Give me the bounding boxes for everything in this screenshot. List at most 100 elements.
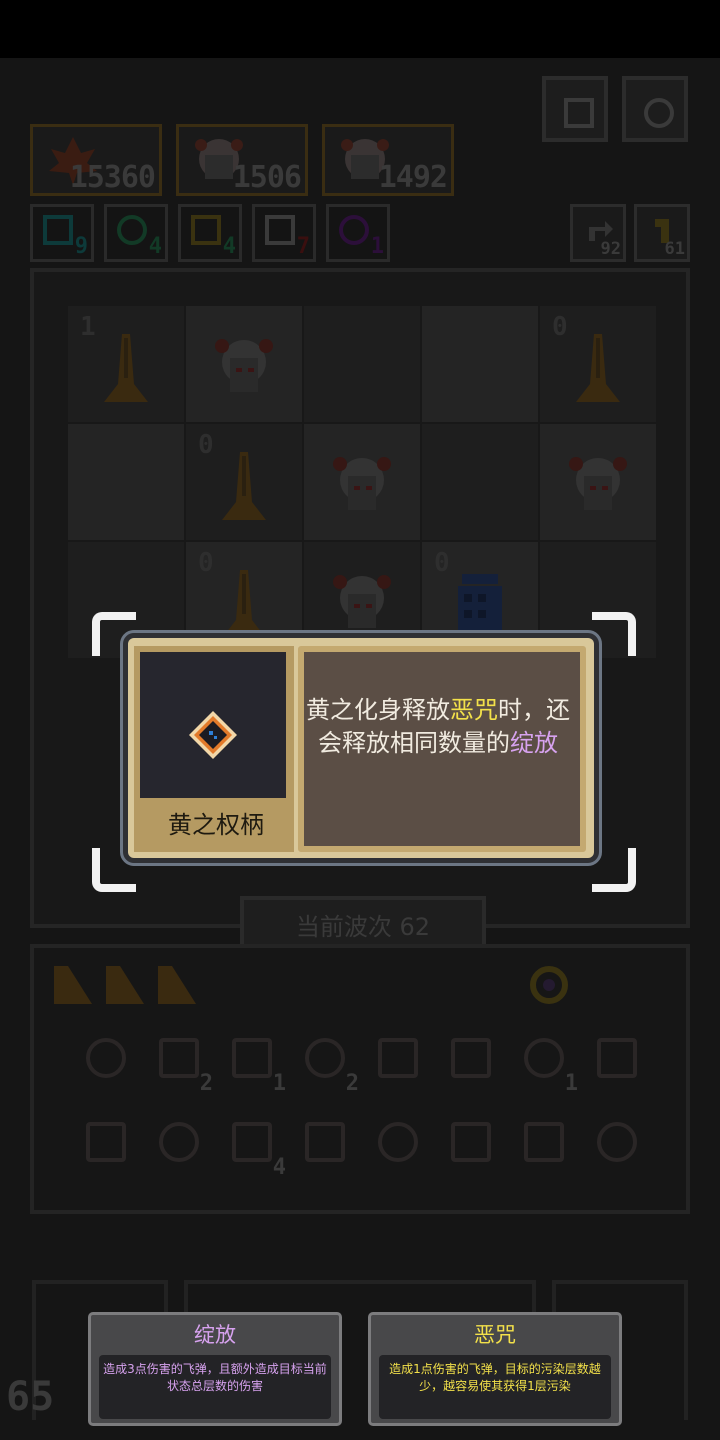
inventory-item[interactable]: [370, 1030, 426, 1086]
key-counter[interactable]: 61: [634, 204, 690, 262]
coin-icon[interactable]: [528, 964, 570, 1006]
resource-purple: 1: [326, 204, 390, 262]
refresh-counter[interactable]: 92: [570, 204, 626, 262]
resource-count: 9: [74, 234, 88, 259]
blocks-icon: [232, 1122, 272, 1162]
inventory-item[interactable]: 1: [224, 1030, 286, 1096]
key-count: 61: [664, 239, 685, 259]
flower-icon: [451, 1038, 491, 1078]
hero-slot-2[interactable]: 1506: [176, 124, 308, 196]
resource-count: 7: [296, 234, 310, 259]
inventory-item[interactable]: [589, 1114, 645, 1170]
red-eye-icon: [265, 215, 295, 245]
maple-leaf-icon: [524, 1122, 564, 1162]
yellow-spark-icon: [191, 215, 221, 245]
item-count: 1: [564, 1071, 578, 1096]
resource-cyan: 9: [30, 204, 94, 262]
green-rune-icon: [117, 215, 147, 245]
item-description: 黄之化身释放恶咒时，还会释放相同数量的绽放: [306, 694, 570, 760]
inventory-item[interactable]: 2: [151, 1030, 213, 1096]
cup-icon: [159, 1122, 199, 1162]
board-cell[interactable]: [422, 424, 538, 540]
hero-score: 15360: [69, 160, 156, 195]
hero-icon: [215, 339, 273, 392]
board-cell[interactable]: 0: [186, 424, 302, 540]
purple-ring-icon: [339, 215, 369, 245]
gear-icon: [644, 98, 674, 128]
hero-score: 1492: [378, 160, 448, 195]
wave-counter: 65: [6, 1374, 55, 1420]
card-title: 绽放: [194, 1323, 236, 1347]
hero-slot-1[interactable]: 15360: [30, 124, 162, 196]
board-cell[interactable]: [304, 306, 420, 422]
crescent-icon: [378, 1122, 418, 1162]
golden-tower-icon: [576, 334, 620, 402]
resource-count: 4: [222, 234, 236, 259]
inventory-item[interactable]: [78, 1114, 134, 1170]
diamond-gem-icon: [597, 1122, 637, 1162]
golden-tower-icon: [222, 452, 266, 520]
settings-button[interactable]: [622, 76, 688, 142]
item-count: 2: [199, 1071, 213, 1096]
inventory-item[interactable]: 4: [224, 1114, 286, 1180]
inventory-item[interactable]: [78, 1030, 134, 1086]
heart-gem-icon: [232, 1038, 272, 1078]
desc-text: 黄之化身释放: [306, 696, 450, 724]
bone-icon: [524, 1038, 564, 1078]
board-cell[interactable]: [540, 424, 656, 540]
card-body: 造成1点伤害的飞弹，目标的污染层数越少，越容易使其获得1层污染: [379, 1355, 611, 1419]
dna-icon: [597, 1038, 637, 1078]
keyword-card-bloom: 绽放 造成3点伤害的飞弹，且额外造成目标当前状态总层数的伤害: [88, 1312, 342, 1426]
cyan-rune-icon: [43, 215, 73, 245]
inventory-item[interactable]: [443, 1030, 499, 1086]
board-cell[interactable]: [304, 424, 420, 540]
rocket-icon: [86, 1122, 126, 1162]
inventory-item[interactable]: [443, 1114, 499, 1170]
hero-score: 1506: [232, 160, 302, 195]
green-orb-icon: [451, 1122, 491, 1162]
board-cell[interactable]: [422, 306, 538, 422]
hero-icon: [569, 457, 627, 510]
resource-red: 7: [252, 204, 316, 262]
card-body: 造成3点伤害的飞弹，且额外造成目标当前状态总层数的伤害: [99, 1355, 331, 1419]
golden-tower-icon: [104, 334, 148, 402]
item-name: 黄之权柄: [168, 811, 264, 839]
refresh-count: 92: [600, 239, 621, 259]
menu-button[interactable]: [542, 76, 608, 142]
item-count: 4: [272, 1155, 286, 1180]
hero-icon: [333, 457, 391, 510]
board-cell[interactable]: [186, 306, 302, 422]
inventory-item[interactable]: 1: [516, 1030, 578, 1096]
potion-icon: [305, 1122, 345, 1162]
inventory-item[interactable]: [370, 1114, 426, 1170]
diamond-sigil-icon: [189, 711, 237, 759]
resource-green: 4: [104, 204, 168, 262]
item-count: 2: [345, 1071, 359, 1096]
board-cell[interactable]: 1: [68, 306, 184, 422]
tab-triangle-icon[interactable]: [54, 966, 92, 1004]
desc-keyword-bloom[interactable]: 绽放: [510, 729, 558, 757]
inventory-item[interactable]: [516, 1114, 572, 1170]
resource-yellow: 4: [178, 204, 242, 262]
desc-keyword-curse[interactable]: 恶咒: [450, 696, 498, 724]
tab-triangle-icon[interactable]: [158, 966, 196, 1004]
resource-count: 1: [370, 234, 384, 259]
inventory-item[interactable]: [151, 1114, 207, 1170]
item-icon-box: [140, 652, 286, 798]
resource-count: 4: [148, 234, 162, 259]
menu-icon: [564, 98, 594, 128]
inventory-item[interactable]: [297, 1114, 353, 1170]
inventory-item[interactable]: [589, 1030, 645, 1086]
scroll-icon: [159, 1038, 199, 1078]
item-count: 1: [272, 1071, 286, 1096]
board-cell[interactable]: [68, 424, 184, 540]
fang-mouth-icon: [305, 1038, 345, 1078]
chest-icon: [378, 1038, 418, 1078]
board-cell[interactable]: 0: [540, 306, 656, 422]
inventory-item[interactable]: 2: [297, 1030, 359, 1096]
card-title: 恶咒: [474, 1323, 516, 1347]
keyword-card-curse: 恶咒 造成1点伤害的飞弹，目标的污染层数越少，越容易使其获得1层污染: [368, 1312, 622, 1426]
hero-slot-3[interactable]: 1492: [322, 124, 454, 196]
hammer-icon: [86, 1038, 126, 1078]
tab-triangle-icon[interactable]: [106, 966, 144, 1004]
